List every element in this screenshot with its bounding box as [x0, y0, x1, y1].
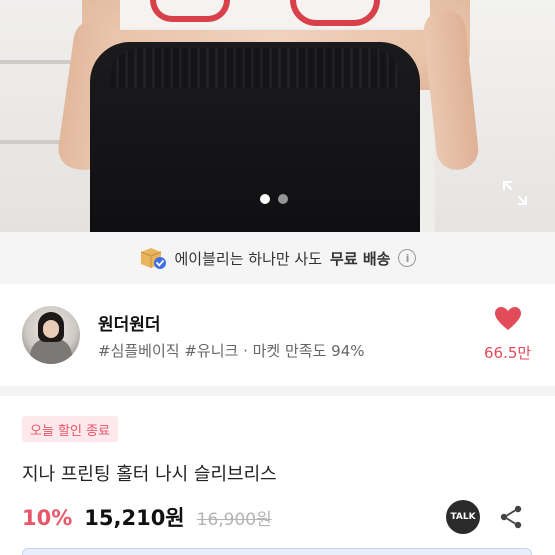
shipping-text: 에이블리는 하나만 사도 — [174, 249, 323, 268]
expand-icon[interactable] — [502, 180, 528, 206]
sale-price: 15,210원 — [84, 506, 185, 530]
share-icon[interactable] — [498, 504, 524, 530]
carousel-pagination — [260, 194, 288, 204]
top-print — [290, 0, 380, 26]
bottom-action-bar[interactable] — [22, 548, 532, 555]
box-check-icon — [140, 248, 166, 269]
product-title: 지나 프린팅 홀터 나시 슬리브리스 — [22, 464, 277, 485]
free-shipping-banner[interactable]: 에이블리는 하나만 사도 무료 배송 i — [0, 232, 555, 284]
avatar-face — [43, 320, 59, 338]
shop-tags: #심플베이직 #유니크 · 마켓 만족도 94% — [98, 342, 365, 360]
heart-icon[interactable] — [494, 306, 522, 332]
like-count: 66.5만 — [484, 344, 532, 362]
product-image-carousel[interactable] — [0, 0, 555, 232]
carousel-dot[interactable] — [278, 194, 288, 204]
shipping-free-label: 무료 배송 — [330, 249, 391, 268]
shop-name[interactable]: 원더원더 — [98, 310, 161, 335]
shop-avatar[interactable] — [22, 306, 80, 364]
top-print — [150, 0, 230, 22]
pants-waistband — [110, 48, 400, 88]
info-icon[interactable]: i — [398, 249, 417, 267]
section-divider — [0, 386, 555, 396]
price-row: 10% 15,210원 16,900원 — [22, 502, 272, 532]
carousel-dot-active[interactable] — [260, 194, 270, 204]
original-price: 16,900원 — [196, 510, 272, 530]
shop-info-row[interactable]: 원더원더 #심플베이직 #유니크 · 마켓 만족도 94% 66.5만 — [0, 294, 555, 382]
discount-rate: 10% — [22, 506, 73, 530]
sale-ending-badge: 오늘 할인 종료 — [22, 416, 119, 442]
talk-icon[interactable]: TALK — [446, 500, 480, 534]
